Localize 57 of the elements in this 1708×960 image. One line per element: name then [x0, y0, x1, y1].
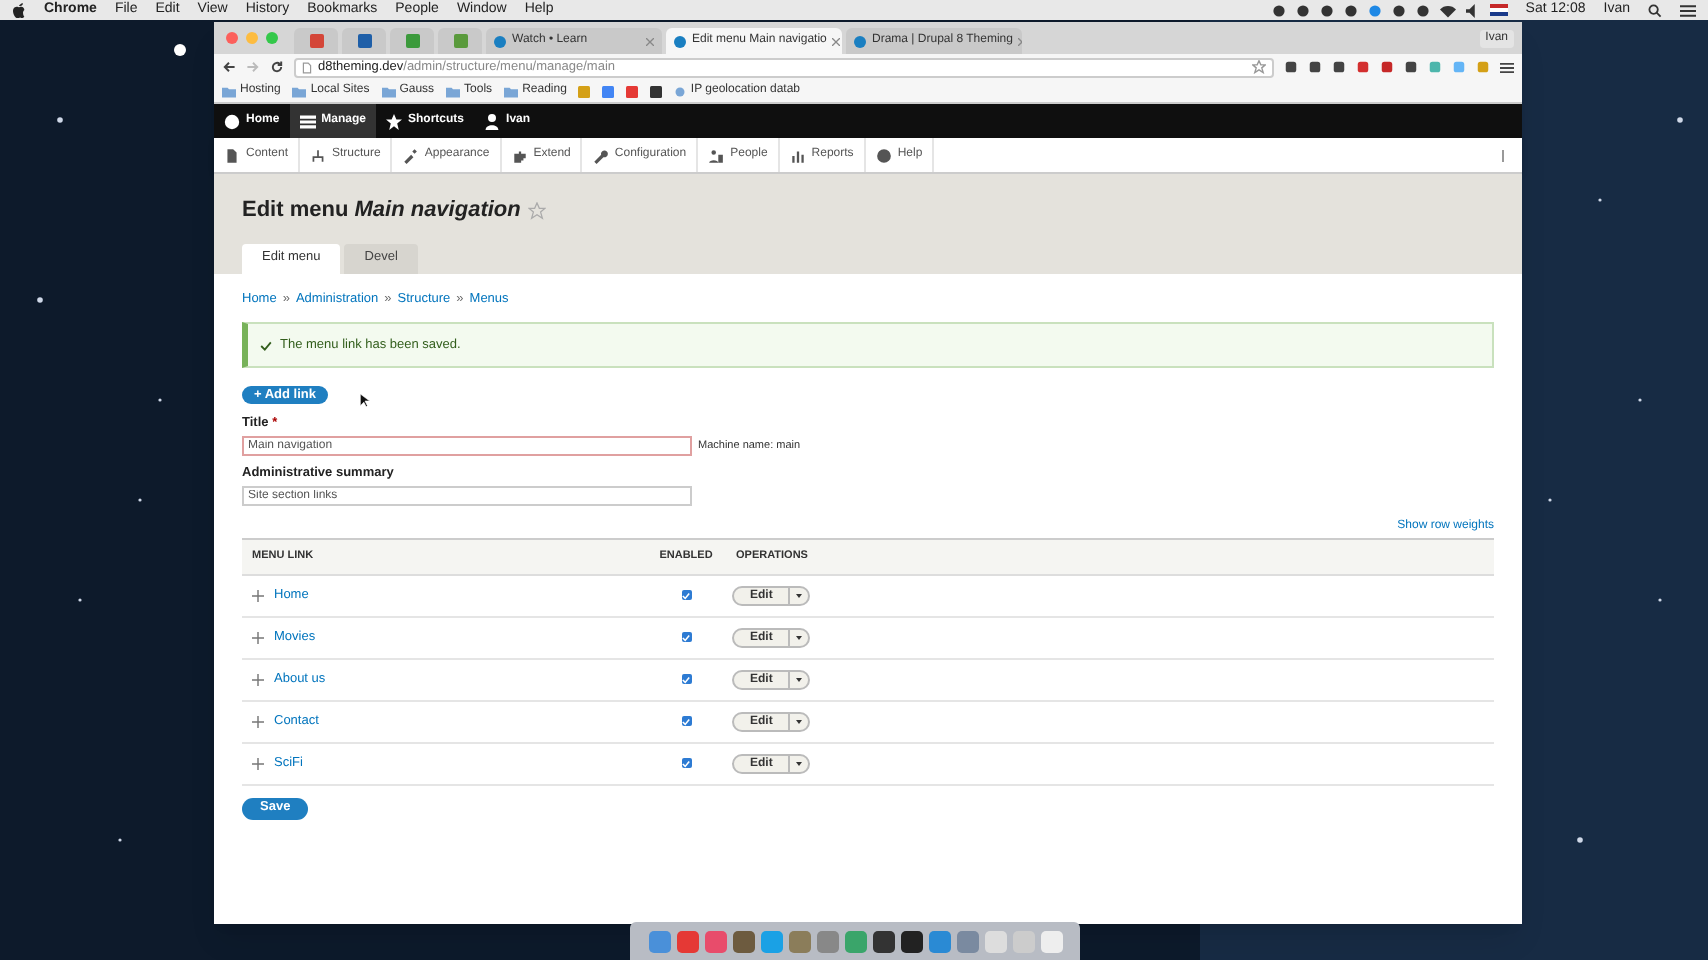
back-icon[interactable] [222, 60, 236, 74]
caret-icon [796, 677, 803, 682]
star-icon[interactable] [1252, 60, 1266, 74]
favicon [494, 35, 506, 47]
bar-chart-icon [789, 147, 806, 163]
person-icon [708, 147, 725, 163]
folder-icon [292, 85, 307, 97]
caret-icon [796, 719, 803, 724]
wrench-icon [592, 147, 609, 163]
browser-tab[interactable] [390, 28, 434, 54]
drag-handle-icon[interactable] [252, 631, 264, 644]
search-icon[interactable] [1648, 3, 1662, 17]
favicon [674, 35, 686, 47]
flag-icon[interactable] [1489, 4, 1508, 16]
caret-icon [796, 635, 803, 640]
star-icon [386, 113, 403, 129]
enabled-checkbox[interactable] [681, 716, 691, 727]
drag-handle-icon[interactable] [252, 757, 264, 770]
enabled-checkbox[interactable] [681, 674, 691, 685]
page-icon [302, 61, 312, 73]
globe-icon [674, 85, 687, 97]
home-icon [224, 113, 240, 129]
dock-app-icon[interactable] [871, 929, 895, 953]
page-title: Edit menu Main navigation [242, 196, 521, 226]
menu-icon[interactable] [1500, 61, 1514, 73]
menu-icon [299, 113, 316, 129]
apple-icon[interactable] [12, 2, 26, 18]
folder-icon [504, 85, 519, 97]
help-icon [875, 147, 892, 163]
folder-icon [381, 85, 396, 97]
check-icon [260, 339, 272, 352]
star-icon[interactable] [528, 201, 547, 220]
folder-icon [222, 85, 236, 97]
drag-handle-icon[interactable] [252, 673, 264, 686]
enabled-checkbox[interactable] [681, 632, 691, 643]
drag-handle-icon[interactable] [252, 715, 264, 728]
browser-tab[interactable] [342, 28, 386, 54]
page-icon [224, 147, 240, 163]
mouse-cursor [360, 394, 370, 409]
caret-icon [796, 593, 803, 598]
drag-handle-icon[interactable] [252, 589, 264, 602]
list-icon[interactable] [1680, 3, 1696, 17]
dock-app-icon[interactable] [899, 929, 923, 953]
wifi-icon[interactable] [1439, 3, 1456, 17]
puzzle-icon [511, 147, 528, 163]
caret-icon [796, 761, 803, 766]
hierarchy-icon [310, 147, 327, 163]
reload-icon[interactable] [270, 60, 284, 74]
folder-icon [446, 85, 461, 97]
favicon [854, 35, 866, 47]
enabled-checkbox[interactable] [681, 758, 691, 769]
brush-icon [402, 147, 419, 163]
person-icon [484, 113, 501, 129]
browser-tab[interactable] [294, 28, 338, 54]
browser-tab[interactable] [438, 28, 482, 54]
speaker-icon[interactable] [1465, 3, 1480, 17]
enabled-checkbox[interactable] [681, 590, 691, 601]
